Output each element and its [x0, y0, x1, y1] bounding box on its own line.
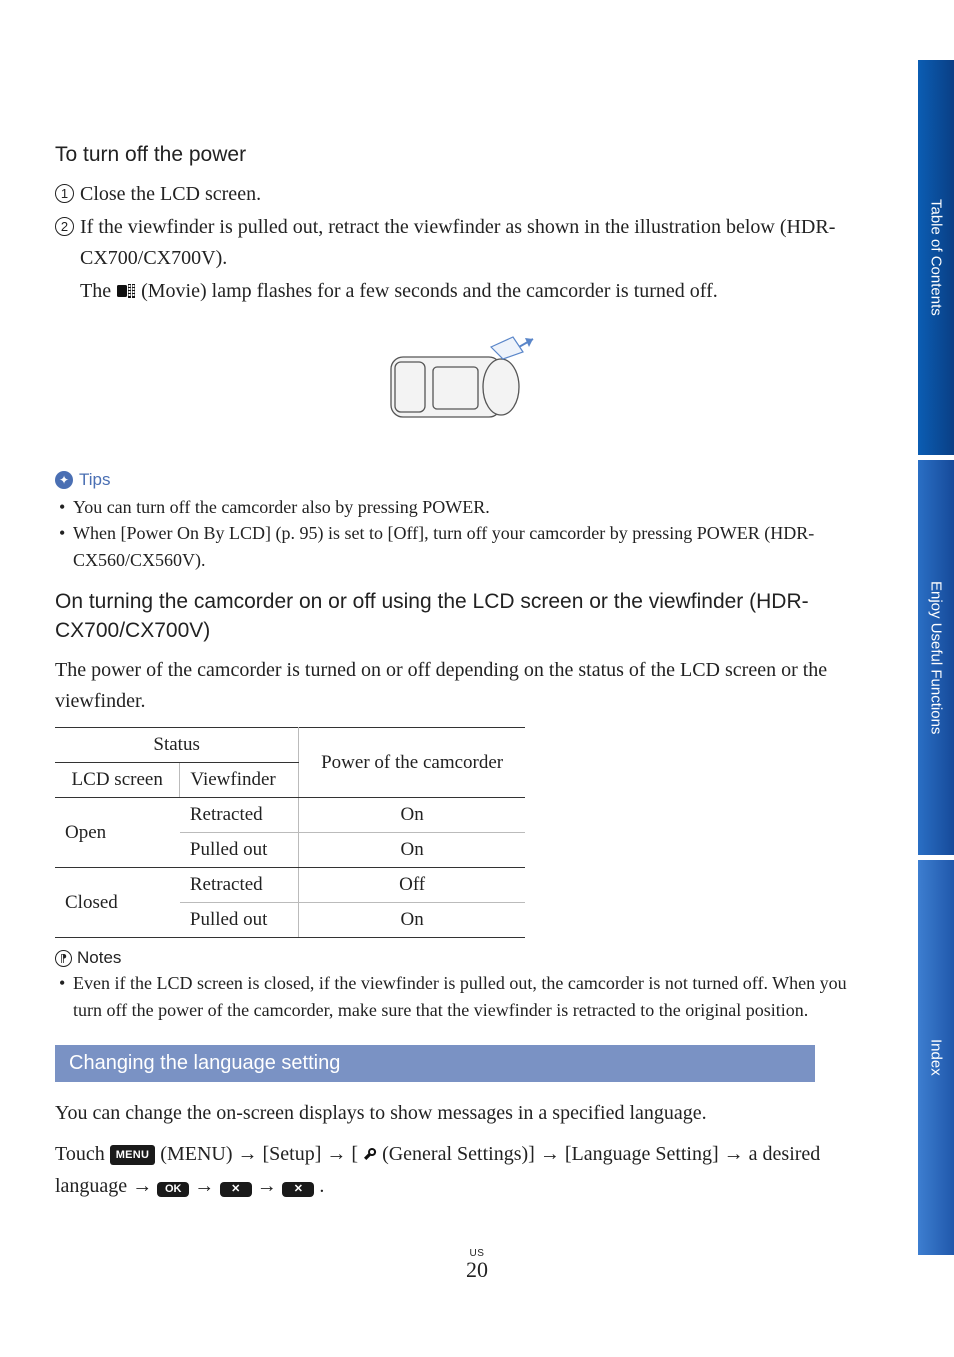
arrow-icon: →: [194, 1175, 220, 1197]
arrow-icon: →: [724, 1143, 744, 1165]
lang-p2-e: [Language Setting]: [565, 1143, 724, 1165]
language-para-2: Touch MENU (MENU) → [Setup] → [ (General…: [55, 1139, 870, 1202]
arrow-icon: →: [326, 1143, 346, 1165]
lang-p2-d-prefix: [: [351, 1143, 358, 1165]
cell-lcd-closed: Closed: [55, 868, 180, 938]
language-para-1: You can change the on-screen displays to…: [55, 1098, 870, 1129]
heading-on-turning: On turning the camcorder on or off using…: [55, 587, 870, 646]
ok-button-icon: OK: [157, 1182, 189, 1197]
wrench-icon: [363, 1140, 377, 1171]
notes-label-text: Notes: [77, 948, 121, 968]
lamp-line: The (Movie) lamp flashes for a few seco: [80, 276, 870, 309]
lamp-line-suffix: (Movie) lamp flashes for a few seconds a…: [141, 280, 718, 302]
th-power: Power of the camcorder: [299, 728, 525, 798]
step-1: 1 Close the LCD screen.: [55, 179, 870, 210]
lang-p2-c: [Setup]: [263, 1143, 327, 1165]
tab-useful-functions[interactable]: Enjoy Useful Functions: [918, 460, 954, 855]
page-footer: US 20: [0, 1248, 954, 1283]
lang-p2-d: (General Settings)]: [382, 1143, 540, 1165]
para-power-status: The power of the camcorder is turned on …: [55, 655, 870, 717]
tip-2: When [Power On By LCD] (p. 95) is set to…: [55, 520, 870, 572]
notes-icon: ⁋: [55, 950, 72, 967]
lamp-line-prefix: The: [80, 280, 116, 302]
tips-heading: ✦ Tips: [55, 470, 870, 490]
tab-useful-label: Enjoy Useful Functions: [928, 581, 945, 734]
heading-turn-off: To turn off the power: [55, 140, 870, 169]
menu-button-icon: MENU: [110, 1145, 156, 1165]
step-2-text: If the viewfinder is pulled out, retract…: [80, 212, 870, 274]
cell-lcd-open: Open: [55, 798, 180, 868]
th-viewfinder: Viewfinder: [180, 763, 299, 798]
cell-power-2: Off: [299, 868, 525, 903]
cell-vf-2: Retracted: [180, 868, 299, 903]
tab-index-label: Index: [928, 1039, 945, 1076]
period: .: [319, 1175, 324, 1197]
close-button-icon: ✕: [220, 1182, 252, 1197]
cell-vf-1: Pulled out: [180, 833, 299, 868]
power-status-table: Status Power of the camcorder LCD screen…: [55, 727, 525, 938]
cell-power-1: On: [299, 833, 525, 868]
tips-label-text: Tips: [79, 470, 111, 490]
step-number-2-icon: 2: [55, 217, 74, 236]
lang-p2-b: (MENU): [160, 1143, 237, 1165]
tab-table-of-contents[interactable]: Table of Contents: [918, 60, 954, 455]
page-number: 20: [0, 1257, 954, 1283]
arrow-icon: →: [540, 1143, 560, 1165]
th-lcd: LCD screen: [55, 763, 180, 798]
lang-p2-a: Touch: [55, 1143, 110, 1165]
notes-list: Even if the LCD screen is closed, if the…: [55, 970, 870, 1022]
step-1-text: Close the LCD screen.: [80, 179, 870, 210]
cell-vf-3: Pulled out: [180, 903, 299, 938]
arrow-icon: →: [257, 1175, 283, 1197]
close-button-icon: ✕: [282, 1182, 314, 1197]
cell-vf-0: Retracted: [180, 798, 299, 833]
step-number-1-icon: 1: [55, 184, 74, 203]
notes-heading: ⁋ Notes: [55, 948, 870, 968]
step-2: 2 If the viewfinder is pulled out, retra…: [55, 212, 870, 274]
camcorder-illustration: [55, 327, 870, 442]
tips-list: You can turn off the camcorder also by p…: [55, 494, 870, 572]
cell-power-0: On: [299, 798, 525, 833]
tip-1: You can turn off the camcorder also by p…: [55, 494, 870, 520]
note-1: Even if the LCD screen is closed, if the…: [55, 970, 870, 1022]
tab-toc-label: Table of Contents: [928, 199, 945, 316]
th-status: Status: [55, 728, 299, 763]
tab-index[interactable]: Index: [918, 860, 954, 1255]
arrow-icon: →: [132, 1175, 152, 1197]
cell-power-3: On: [299, 903, 525, 938]
side-tabs: Table of Contents Enjoy Useful Functions…: [918, 60, 954, 1240]
tips-icon: ✦: [55, 471, 73, 489]
arrow-icon: →: [238, 1143, 258, 1165]
movie-lamp-icon: [116, 278, 136, 309]
section-language-heading: Changing the language setting: [55, 1045, 815, 1082]
